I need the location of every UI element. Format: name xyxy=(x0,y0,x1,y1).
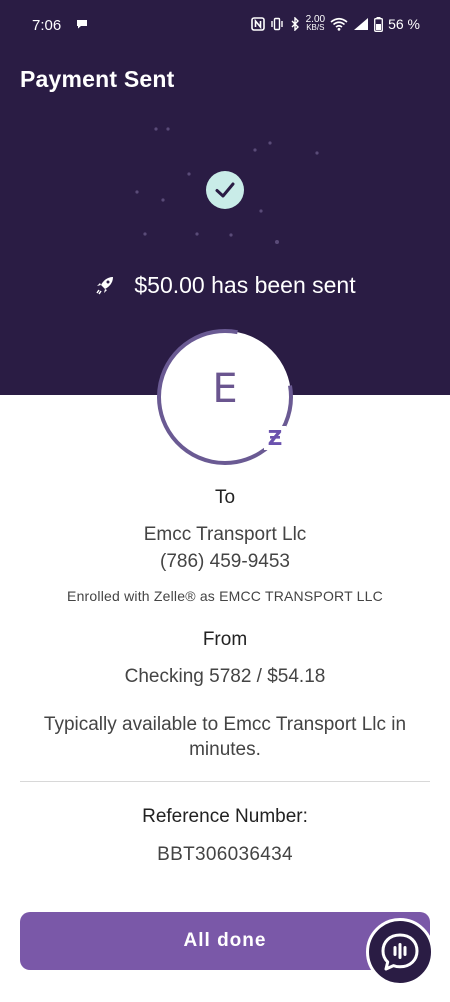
battery-icon xyxy=(374,16,384,32)
status-time: 7:06 xyxy=(32,17,62,34)
avatar-letter: E xyxy=(212,366,238,412)
sent-amount-message: $50.00 has been sent xyxy=(134,271,356,298)
zelle-logo-icon: Ƶ xyxy=(264,426,286,450)
recipient-phone: (786) 459-9453 xyxy=(160,551,290,572)
reference-number: BBT306036434 xyxy=(157,844,293,865)
from-label: From xyxy=(202,629,248,650)
reference-label: Reference Number: xyxy=(142,806,308,827)
signal-icon xyxy=(354,18,369,30)
network-speed: 2.00 KB/S xyxy=(306,15,325,32)
enrolled-note: Enrolled with Zelle® as EMCC TRANSPORT L… xyxy=(67,588,383,604)
sent-confirmation: $50.00 has been sent xyxy=(0,268,450,302)
page-title: Payment Sent xyxy=(20,66,175,92)
vibrate-icon xyxy=(270,17,283,31)
availability-note: Typically available to Emcc Transport Ll… xyxy=(43,714,407,760)
chat-bubble-icon xyxy=(77,20,87,29)
wifi-icon xyxy=(330,17,348,31)
check-icon xyxy=(215,182,235,198)
battery-percent: 56 % xyxy=(388,16,420,32)
source-account: Checking 5782 / $54.18 xyxy=(124,666,326,687)
success-check-badge xyxy=(206,171,244,209)
chat-assistant-button[interactable] xyxy=(366,918,434,986)
nfc-icon xyxy=(250,17,265,31)
recipient-name: Emcc Transport Llc xyxy=(143,524,307,545)
divider xyxy=(20,781,430,782)
chat-assistant-icon xyxy=(381,933,419,971)
to-label: To xyxy=(214,487,236,508)
status-icons: 2.00 KB/S 56 % xyxy=(250,15,420,32)
rocket-icon xyxy=(96,277,114,295)
status-bar: 7:06 2.00 KB/S 56 % xyxy=(0,0,450,52)
net-speed-unit: KB/S xyxy=(306,23,325,32)
bluetooth-icon xyxy=(291,17,299,31)
